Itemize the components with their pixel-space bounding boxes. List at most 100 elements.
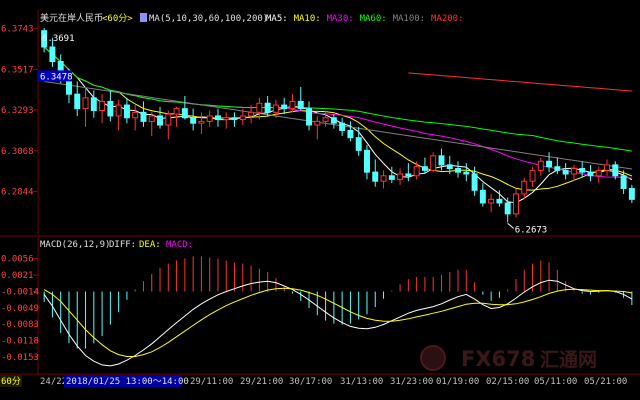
candle — [363, 144, 370, 180]
low-price-label: 6.2673 — [515, 225, 548, 235]
candle — [107, 90, 114, 122]
x-axis-label: 05/11:00 — [534, 377, 577, 387]
candle — [165, 110, 172, 140]
candle — [380, 170, 387, 189]
time-highlight: 2018/01/25 13:00～14:00 — [66, 377, 189, 387]
candle — [430, 152, 437, 173]
candle — [388, 166, 395, 184]
macd-label: MACD(26,12,9) — [40, 240, 110, 250]
price-tick-label: 6.3293 — [1, 106, 34, 116]
macd-diff-label: DIFF: — [109, 240, 136, 250]
candle — [479, 183, 486, 207]
macd-tick-label: 0.0056 — [1, 255, 34, 265]
x-axis-label: 30/17:00 — [289, 377, 332, 387]
macd-dea-line — [43, 287, 632, 357]
x-axis-label: 31/13:00 — [340, 377, 383, 387]
ma-legend: MA5: MA10: MA30: MA60: MA100: MA200: — [266, 14, 464, 24]
symbol-title: 美元在岸人民币 — [40, 12, 103, 24]
candle — [570, 164, 577, 182]
candle — [546, 152, 553, 173]
macd-dea-label: DEA: — [139, 240, 161, 250]
candle — [463, 163, 470, 182]
candle — [488, 193, 495, 213]
ma-legend-item: MA200: — [431, 14, 464, 24]
price-tick-label: 6.3068 — [1, 147, 34, 157]
candle — [306, 101, 313, 131]
x-axis-label: 29/21:00 — [240, 377, 283, 387]
candle — [82, 86, 89, 127]
ma-legend-item: MA100: — [393, 14, 426, 24]
low-price-pointer — [507, 223, 515, 229]
candle — [529, 166, 536, 187]
price-tick-label: 6.3517 — [1, 65, 34, 75]
candle — [579, 161, 586, 178]
candle — [322, 110, 329, 127]
candle — [628, 184, 635, 203]
macd-histogram — [43, 256, 633, 349]
macd-tick-label: -0.0153 — [1, 353, 39, 363]
watermark-text: FX678 — [461, 347, 535, 371]
macd-tick-label: 0.0021 — [1, 271, 34, 281]
candle — [231, 112, 238, 127]
current-price-label: 6.3478 — [40, 72, 73, 82]
macd-tick-label: -0.0118 — [1, 336, 39, 346]
candle — [347, 121, 354, 142]
macd-tick-label: -0.0014 — [1, 288, 39, 298]
candle — [90, 90, 97, 118]
candle — [339, 117, 346, 136]
candle — [512, 188, 519, 218]
candle — [281, 97, 288, 115]
macd-macd-label: MACD: — [166, 240, 193, 250]
ma200-line — [408, 72, 632, 92]
ma-params: MA(5,10,30,60,100,200) — [149, 14, 268, 24]
price-annotations: 6.3691 6.3478 6.2673 — [38, 34, 548, 235]
ma-legend-item: MA60: — [360, 14, 387, 24]
ma-legend-item: MA30: — [327, 14, 354, 24]
ma-legend-item: MA10: — [294, 14, 321, 24]
watermark-logo-icon — [420, 345, 446, 371]
candle — [521, 177, 528, 200]
period-label: <60分> — [102, 13, 133, 24]
candle — [140, 101, 147, 127]
macd-tick-label: -0.0049 — [1, 304, 39, 314]
period-tag: 60分 — [1, 376, 21, 387]
candle — [405, 163, 412, 182]
candle — [314, 115, 321, 140]
candle — [595, 166, 602, 184]
candle — [223, 112, 230, 129]
candle — [206, 110, 213, 127]
candle — [99, 94, 106, 124]
candle — [372, 159, 379, 187]
price-tick-label: 6.2844 — [1, 187, 34, 197]
x-axis-label: 02/15:00 — [486, 377, 529, 387]
candle — [214, 108, 221, 127]
watermark-cn: 汇通网 — [540, 349, 597, 371]
candle — [421, 157, 428, 174]
ma60-line — [43, 46, 632, 152]
candle — [115, 99, 122, 131]
price-tick-label: 6.3743 — [1, 24, 34, 34]
x-axis-label: 29/11:00 — [190, 377, 233, 387]
candle — [562, 163, 569, 180]
candle — [397, 168, 404, 185]
candle — [330, 114, 337, 129]
candle — [148, 112, 155, 136]
high-price-label: 6.3691 — [42, 34, 75, 44]
candle — [157, 106, 164, 129]
price-y-axis: 6.3743 6.3517 6.3293 6.3068 6.2844 — [1, 24, 38, 197]
ma-legend-item: MA5: — [266, 14, 288, 24]
chart-canvas: 美元在岸人民币 <60分> MA(5,10,30,60,100,200) MA5… — [0, 10, 640, 387]
candle — [297, 86, 304, 111]
macd-tick-label: -0.0083 — [1, 320, 39, 330]
candle — [198, 112, 205, 135]
candle — [504, 197, 511, 223]
candle — [537, 157, 544, 176]
x-axis-label: 31/23:00 — [390, 377, 433, 387]
ma-icon — [140, 13, 147, 22]
candle — [604, 159, 611, 176]
ma100-line — [44, 81, 632, 170]
candle — [455, 161, 462, 178]
macd-y-axis: 0.0056 0.0021 -0.0014 -0.0049 -0.0083 -0.0118… — [1, 255, 39, 363]
candle — [123, 97, 130, 124]
candle — [587, 164, 594, 182]
